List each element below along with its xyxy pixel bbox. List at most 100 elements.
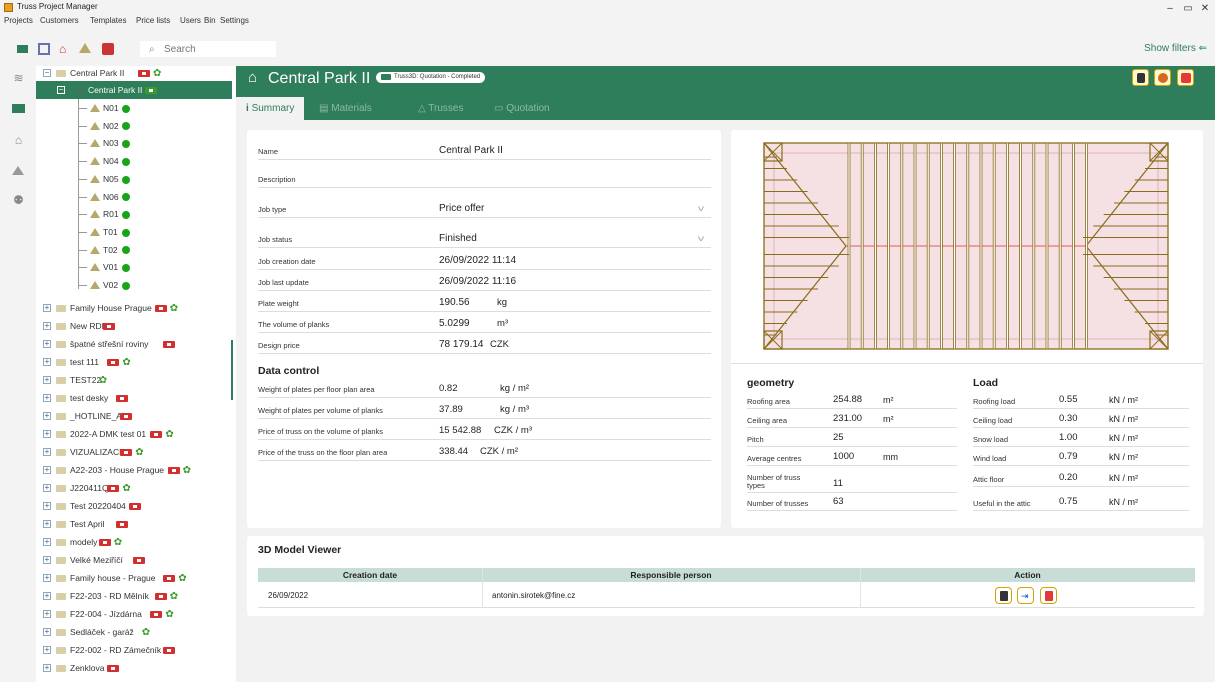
- tree-item-v01[interactable]: V01: [36, 258, 232, 276]
- expand-icon[interactable]: +: [43, 646, 51, 654]
- show-filters-button[interactable]: Show filters ⇐: [1144, 43, 1207, 54]
- expand-icon[interactable]: +: [43, 502, 51, 510]
- tree-project[interactable]: + Zenklova: [36, 659, 232, 677]
- expand-icon[interactable]: +: [43, 376, 51, 384]
- menu-projects[interactable]: Projects: [4, 16, 33, 25]
- expand-icon[interactable]: +: [43, 322, 51, 330]
- layers-icon[interactable]: ≋: [12, 72, 25, 84]
- tab-trusses[interactable]: △ Trusses: [408, 97, 474, 120]
- description-value[interactable]: [439, 172, 711, 184]
- tree-project[interactable]: + test desky: [36, 389, 232, 407]
- import-model-button[interactable]: ⇥: [1017, 587, 1034, 604]
- tree-project[interactable]: + Test 20220404: [36, 497, 232, 515]
- panel-splitter[interactable]: [231, 340, 233, 400]
- tree-project[interactable]: + modely ✿: [36, 533, 232, 551]
- tree-project[interactable]: + New RDP: [36, 317, 232, 335]
- tree-project[interactable]: +2022-A DMK test 01 ✿: [36, 425, 232, 443]
- tree-project[interactable]: + TEST22 ✿: [36, 371, 232, 389]
- tree-project[interactable]: + F22-203 - RD Mělník ✿: [36, 587, 232, 605]
- tree-project[interactable]: + špatné střešní roviny: [36, 335, 232, 353]
- menu-settings[interactable]: Settings: [220, 16, 249, 25]
- tree-item-selected[interactable]: − ⌂ Central Park II: [36, 81, 232, 99]
- expand-icon[interactable]: +: [43, 538, 51, 546]
- job-type-select[interactable]: Price offer: [439, 203, 484, 214]
- home-icon[interactable]: ⌂: [59, 43, 71, 55]
- job-status-select[interactable]: Finished: [439, 233, 477, 244]
- table-row: 26/09/2022 antonin.sirotek@fine.cz ⇥: [258, 568, 1195, 608]
- name-value[interactable]: Central Park II: [439, 145, 503, 156]
- tree-project[interactable]: + Test April: [36, 515, 232, 533]
- tree-project[interactable]: + Velké Meziříčí: [36, 551, 232, 569]
- tree-item-n03[interactable]: N03: [36, 134, 232, 152]
- copy-icon: [1000, 591, 1008, 601]
- folder-icon[interactable]: [17, 45, 28, 53]
- tab-materials[interactable]: ▤ Materials: [309, 97, 382, 120]
- tree-item-t01[interactable]: T01: [36, 223, 232, 241]
- expand-icon[interactable]: +: [43, 358, 51, 366]
- nav-folder-icon[interactable]: [12, 104, 25, 113]
- tree-project[interactable]: + A22-203 - House Prague ✿: [36, 461, 232, 479]
- tree-project[interactable]: + test 111 ✿: [36, 353, 232, 371]
- tree-item-n01[interactable]: N01: [36, 99, 232, 117]
- tree-project[interactable]: + F22-004 - Jízdárna ✿: [36, 605, 232, 623]
- expand-icon[interactable]: +: [43, 394, 51, 402]
- users-icon[interactable]: ⚉: [12, 194, 25, 206]
- tree-project[interactable]: + J220411Q ✿: [36, 479, 232, 497]
- delete-model-button[interactable]: [1040, 587, 1057, 604]
- paint-button[interactable]: [1154, 69, 1171, 86]
- menu-price-lists[interactable]: Price lists: [136, 16, 170, 25]
- menu-customers[interactable]: Customers: [40, 16, 79, 25]
- copy-button[interactable]: [1132, 69, 1149, 86]
- expand-icon[interactable]: +: [43, 304, 51, 312]
- menu-templates[interactable]: Templates: [90, 16, 126, 25]
- tree-project[interactable]: + F22-002 - RD Zámečník: [36, 641, 232, 659]
- geometry-unit: mm: [883, 452, 898, 462]
- delete-project-button[interactable]: [1177, 69, 1194, 86]
- expand-icon[interactable]: +: [43, 610, 51, 618]
- search-input[interactable]: [164, 43, 274, 55]
- tab-quotation[interactable]: ▭ Quotation: [484, 97, 560, 120]
- close-button[interactable]: ✕: [1199, 4, 1211, 14]
- tree-project[interactable]: + Sedláček - garáž ✿: [36, 623, 232, 641]
- tree-project[interactable]: + _HOTLINE_AS: [36, 407, 232, 425]
- nav-roof-icon[interactable]: [12, 166, 24, 175]
- collapse-icon[interactable]: −: [57, 86, 65, 94]
- menu-bin[interactable]: Bin: [204, 16, 216, 25]
- expand-icon[interactable]: +: [43, 412, 51, 420]
- tree-project[interactable]: +DD Količany: [36, 677, 232, 682]
- tree-project[interactable]: + VIZUALIZACE ✿: [36, 443, 232, 461]
- tree-project[interactable]: + Family House Prague ✿: [36, 299, 232, 317]
- expand-icon[interactable]: +: [43, 520, 51, 528]
- expand-icon[interactable]: +: [43, 340, 51, 348]
- expand-icon[interactable]: +: [43, 592, 51, 600]
- tree-item-n06[interactable]: N06: [36, 188, 232, 206]
- expand-icon[interactable]: +: [43, 484, 51, 492]
- collapse-icon[interactable]: −: [43, 69, 51, 77]
- minimize-button[interactable]: –: [1164, 4, 1176, 14]
- expand-icon[interactable]: +: [43, 664, 51, 672]
- tree-item-n05[interactable]: N05: [36, 170, 232, 188]
- nav-home-icon[interactable]: ⌂: [12, 134, 25, 146]
- field-job-type[interactable]: Job type Price offer v: [258, 198, 711, 218]
- expand-icon[interactable]: +: [43, 466, 51, 474]
- tree-item-v02[interactable]: V02: [36, 276, 232, 294]
- tree-project[interactable]: + Family house - Prague ✿: [36, 569, 232, 587]
- expand-icon[interactable]: +: [43, 430, 51, 438]
- expand-icon[interactable]: +: [43, 628, 51, 636]
- roof-icon[interactable]: [79, 43, 91, 53]
- tree-item-t02[interactable]: T02: [36, 241, 232, 259]
- expand-icon[interactable]: +: [43, 556, 51, 564]
- tab-summary[interactable]: i Summary: [236, 97, 305, 120]
- tree-item-n02[interactable]: N02: [36, 117, 232, 135]
- field-job-status[interactable]: Job status Finished v: [258, 228, 711, 248]
- tree-root[interactable]: − Central Park II ✿: [36, 66, 232, 82]
- maximize-button[interactable]: ▭: [1182, 4, 1194, 14]
- expand-icon[interactable]: +: [43, 574, 51, 582]
- menu-users[interactable]: Users: [180, 16, 201, 25]
- report-icon[interactable]: [102, 43, 114, 55]
- tree-icon[interactable]: [38, 43, 50, 55]
- open-model-button[interactable]: [995, 587, 1012, 604]
- expand-icon[interactable]: +: [43, 448, 51, 456]
- tree-item-r01[interactable]: R01: [36, 205, 232, 223]
- tree-item-n04[interactable]: N04: [36, 152, 232, 170]
